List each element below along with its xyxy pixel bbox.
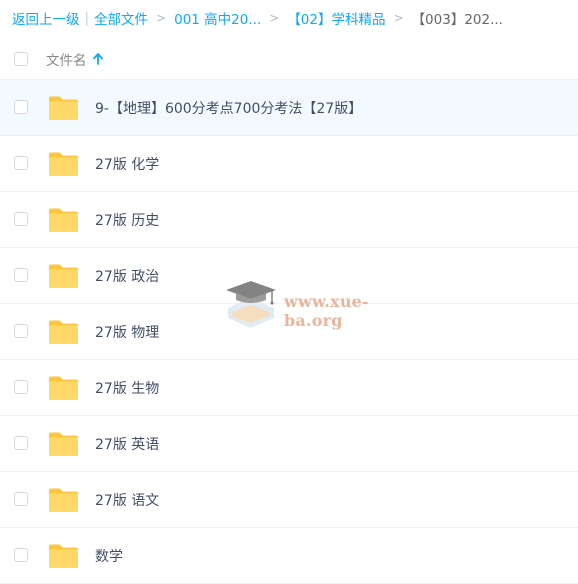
column-header-filename[interactable]: 文件名: [46, 49, 103, 69]
file-row[interactable]: 数学: [0, 528, 578, 584]
file-row[interactable]: 9-【地理】600分考点700分考法【27版】: [0, 80, 578, 136]
breadcrumb-item-level-2[interactable]: 【02】学科精品: [287, 8, 385, 28]
row-checkbox[interactable]: [14, 156, 28, 170]
folder-icon: [49, 376, 78, 400]
row-checkbox[interactable]: [14, 324, 28, 338]
row-checkbox[interactable]: [14, 492, 28, 506]
breadcrumb: 返回上一级 | 全部文件 > 001 高中20... > 【02】学科精品 > …: [12, 8, 503, 28]
file-name[interactable]: 27版 语文: [95, 490, 159, 510]
back-link[interactable]: 返回上一级: [12, 8, 80, 28]
breadcrumb-item-current: 【003】202...: [411, 12, 503, 28]
breadcrumb-item-all-files[interactable]: 全部文件: [94, 8, 148, 28]
chevron-right-icon: >: [269, 11, 280, 25]
file-name[interactable]: 27版 历史: [95, 210, 159, 230]
row-checkbox[interactable]: [14, 436, 28, 450]
folder-icon: [49, 432, 78, 456]
folder-icon: [49, 208, 78, 232]
breadcrumb-item-level-1[interactable]: 001 高中20...: [174, 8, 261, 28]
file-row[interactable]: 27版 语文: [0, 472, 578, 528]
folder-icon: [49, 544, 78, 568]
chevron-right-icon: >: [156, 11, 167, 25]
breadcrumb-divider: |: [84, 10, 90, 26]
file-row[interactable]: 27版 化学: [0, 136, 578, 192]
file-name[interactable]: 27版 物理: [95, 322, 159, 342]
file-row[interactable]: 27版 历史: [0, 192, 578, 248]
file-name[interactable]: 27版 政治: [95, 266, 159, 286]
folder-icon: [49, 96, 78, 120]
file-row[interactable]: 27版 英语: [0, 416, 578, 472]
row-checkbox[interactable]: [14, 212, 28, 226]
file-name[interactable]: 27版 生物: [95, 378, 159, 398]
file-name[interactable]: 27版 英语: [95, 434, 159, 454]
chevron-right-icon: >: [393, 11, 404, 25]
folder-icon: [49, 488, 78, 512]
select-all-checkbox[interactable]: [14, 51, 28, 66]
file-name[interactable]: 9-【地理】600分考点700分考法【27版】: [95, 98, 362, 118]
row-checkbox[interactable]: [14, 548, 28, 562]
file-row[interactable]: 27版 生物: [0, 360, 578, 416]
folder-icon: [49, 320, 78, 344]
column-header-label: 文件名: [46, 52, 87, 69]
row-checkbox[interactable]: [14, 100, 28, 114]
row-checkbox[interactable]: [14, 268, 28, 282]
file-name[interactable]: 数学: [95, 546, 123, 566]
file-row[interactable]: 27版 政治: [0, 248, 578, 304]
file-row[interactable]: 27版 物理: [0, 304, 578, 360]
file-list-header: 文件名: [0, 38, 578, 80]
file-name[interactable]: 27版 化学: [95, 154, 159, 174]
file-list: 9-【地理】600分考点700分考法【27版】 27版 化学 27版 历史 27…: [0, 80, 578, 584]
row-checkbox[interactable]: [14, 380, 28, 394]
folder-icon: [49, 152, 78, 176]
arrow-up-icon[interactable]: [92, 52, 103, 65]
folder-icon: [49, 264, 78, 288]
